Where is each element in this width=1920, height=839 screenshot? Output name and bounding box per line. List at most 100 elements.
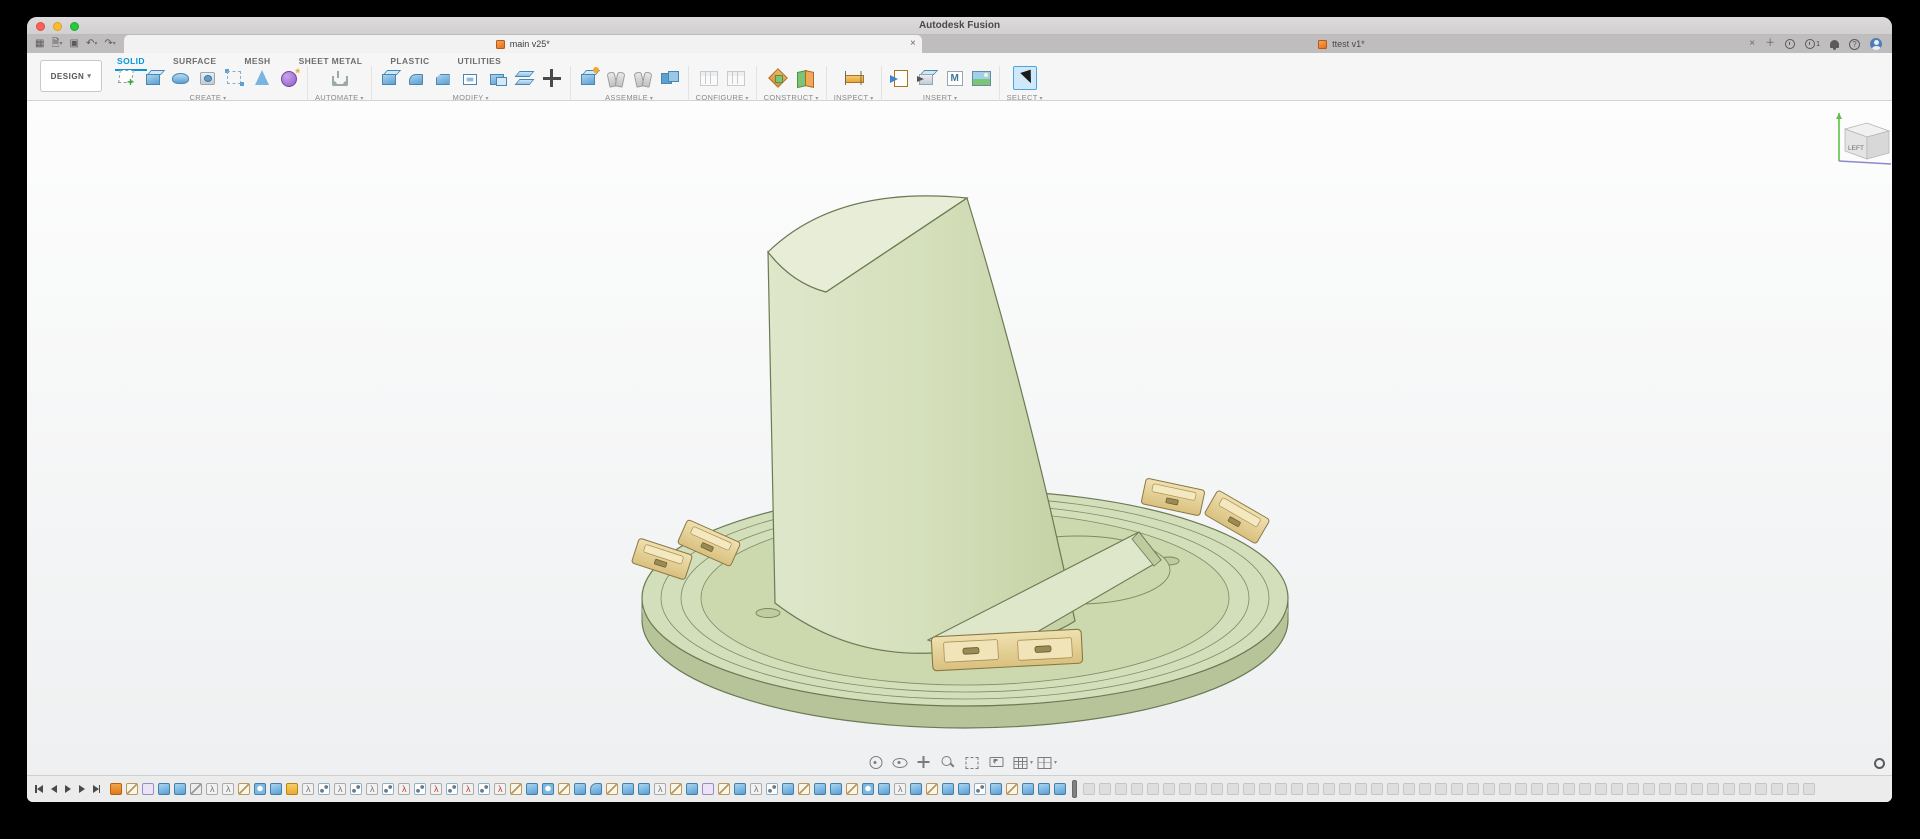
timeline-feature-hole-icon[interactable] (254, 783, 266, 795)
insert-mcmaster-icon[interactable] (943, 67, 965, 89)
pattern-icon[interactable] (224, 67, 246, 89)
timeline-feature-extrude-icon[interactable] (830, 783, 842, 795)
new-document-icon[interactable]: ＋ (1765, 39, 1775, 49)
step-back-icon[interactable] (51, 785, 57, 793)
look-at-icon[interactable] (892, 756, 907, 769)
step-forward-icon[interactable] (79, 785, 85, 793)
zoom-icon[interactable] (940, 756, 955, 769)
timeline-feature-dimmed-icon[interactable] (1339, 783, 1351, 795)
timeline-feature-pattern-icon[interactable] (478, 783, 490, 795)
timeline-feature-dimmed-icon[interactable] (1291, 783, 1303, 795)
timeline-feature-sketch-icon[interactable] (926, 783, 938, 795)
timeline-feature-dimmed-icon[interactable] (1259, 783, 1271, 795)
timeline-feature-dimmed-icon[interactable] (1563, 783, 1575, 795)
plane-at-angle-icon[interactable] (794, 67, 816, 89)
timeline-feature-dimmed-icon[interactable] (1083, 783, 1095, 795)
user-avatar[interactable] (1870, 38, 1882, 50)
timeline-feature-pattern-icon[interactable] (974, 783, 986, 795)
timeline-feature-dimmed-icon[interactable] (1627, 783, 1639, 795)
timeline-feature-extrude-icon[interactable] (878, 783, 890, 795)
timeline-feature-dimmed-icon[interactable] (1691, 783, 1703, 795)
timeline-feature-dimmed-icon[interactable] (1467, 783, 1479, 795)
timeline-feature-jointred-icon[interactable] (398, 783, 410, 795)
timeline-feature-joint-icon[interactable] (894, 783, 906, 795)
timeline-feature-dimmed-icon[interactable] (1547, 783, 1559, 795)
timeline-feature-dimmed-icon[interactable] (1211, 783, 1223, 795)
close-tab-icon[interactable]: × (1749, 38, 1755, 49)
timeline-feature-dimmed-icon[interactable] (1611, 783, 1623, 795)
notifications-bell-icon[interactable] (1830, 40, 1839, 48)
timeline-feature-extrude-icon[interactable] (782, 783, 794, 795)
timeline-feature-jointred-icon[interactable] (462, 783, 474, 795)
timeline-feature-dimmed-icon[interactable] (1355, 783, 1367, 795)
timeline-feature-sketch-icon[interactable] (238, 783, 250, 795)
new-component-icon[interactable] (578, 67, 600, 89)
move-copy-icon[interactable] (541, 67, 563, 89)
timeline-feature-pattern-icon[interactable] (382, 783, 394, 795)
document-tab-inactive[interactable]: ttest v1* × (922, 35, 1761, 53)
select-tool-icon[interactable] (1013, 66, 1037, 90)
timeline-feature-extrude-icon[interactable] (1022, 783, 1034, 795)
timeline-feature-dimmed-icon[interactable] (1643, 783, 1655, 795)
timeline-feature-dimmed-icon[interactable] (1387, 783, 1399, 795)
help-icon[interactable]: ? (1849, 39, 1860, 50)
timeline-feature-dimmed-icon[interactable] (1195, 783, 1207, 795)
timeline-feature-dimmed-icon[interactable] (1803, 783, 1815, 795)
timeline-feature-jointred-icon[interactable] (430, 783, 442, 795)
timeline-feature-pattern-icon[interactable] (446, 783, 458, 795)
timeline-feature-pin-icon[interactable] (110, 783, 122, 795)
viewport-canvas[interactable]: LEFT (27, 101, 1892, 775)
model-viewport[interactable]: LEFT (27, 101, 1892, 775)
timeline-feature-extrude-icon[interactable] (734, 783, 746, 795)
timeline-feature-component-icon[interactable] (142, 783, 154, 795)
timeline-feature-dimmed-icon[interactable] (1371, 783, 1383, 795)
hole-icon[interactable] (197, 67, 219, 89)
timeline-feature-dimmed-icon[interactable] (1403, 783, 1415, 795)
timeline-feature-ground-icon[interactable] (286, 783, 298, 795)
timeline-track[interactable] (110, 780, 1892, 798)
timeline-feature-sketch-icon[interactable] (1006, 783, 1018, 795)
timeline-feature-dimmed-icon[interactable] (1275, 783, 1287, 795)
timeline-feature-dimmed-icon[interactable] (1307, 783, 1319, 795)
timeline-feature-pattern-icon[interactable] (350, 783, 362, 795)
orbit-icon[interactable] (868, 756, 883, 769)
timeline-feature-dimmed-icon[interactable] (1515, 783, 1527, 795)
close-tab-icon[interactable]: × (910, 38, 916, 49)
file-menu-icon[interactable]: 🗎▾ (51, 39, 62, 49)
fillet-icon[interactable] (406, 67, 428, 89)
timeline-feature-extrude-icon[interactable] (574, 783, 586, 795)
timeline-feature-hole-icon[interactable] (862, 783, 874, 795)
press-pull-icon[interactable] (379, 67, 401, 89)
fit-icon[interactable] (964, 756, 979, 769)
timeline-feature-dimmed-icon[interactable] (1131, 783, 1143, 795)
rigid-group-icon[interactable] (659, 67, 681, 89)
timeline-feature-fillet-icon[interactable] (590, 783, 602, 795)
document-tab-active[interactable]: main v25* × (124, 35, 922, 53)
shell-icon[interactable] (460, 67, 482, 89)
timeline-feature-dimmed-icon[interactable] (1659, 783, 1671, 795)
joint-icon[interactable] (605, 67, 627, 89)
timeline-feature-dimmed-icon[interactable] (1723, 783, 1735, 795)
timeline-feature-extrude-icon[interactable] (622, 783, 634, 795)
timeline-feature-sketch-icon[interactable] (846, 783, 858, 795)
timeline-feature-dimmed-icon[interactable] (1531, 783, 1543, 795)
timeline-feature-dimmed-icon[interactable] (1099, 783, 1111, 795)
viewports-icon[interactable] (1036, 756, 1051, 769)
timeline-feature-pattern-icon[interactable] (414, 783, 426, 795)
play-icon[interactable] (65, 785, 71, 793)
timeline-feature-extrude-icon[interactable] (174, 783, 186, 795)
measure-icon[interactable] (843, 67, 865, 89)
timeline-feature-pattern-icon[interactable] (318, 783, 330, 795)
timeline-feature-joint-icon[interactable] (654, 783, 666, 795)
insert-derive-icon[interactable] (889, 67, 911, 89)
timeline-feature-dimmed-icon[interactable] (1179, 783, 1191, 795)
timeline-feature-suppress-icon[interactable] (190, 783, 202, 795)
timeline-feature-sketch-icon[interactable] (126, 783, 138, 795)
offset-face-icon[interactable] (514, 67, 536, 89)
extrude-icon[interactable] (143, 67, 165, 89)
primitive-icon[interactable] (251, 67, 273, 89)
timeline-feature-dimmed-icon[interactable] (1595, 783, 1607, 795)
configuration-table-icon[interactable] (725, 67, 747, 89)
go-to-end-icon[interactable] (93, 785, 101, 793)
timeline-feature-extrude-icon[interactable] (270, 783, 282, 795)
